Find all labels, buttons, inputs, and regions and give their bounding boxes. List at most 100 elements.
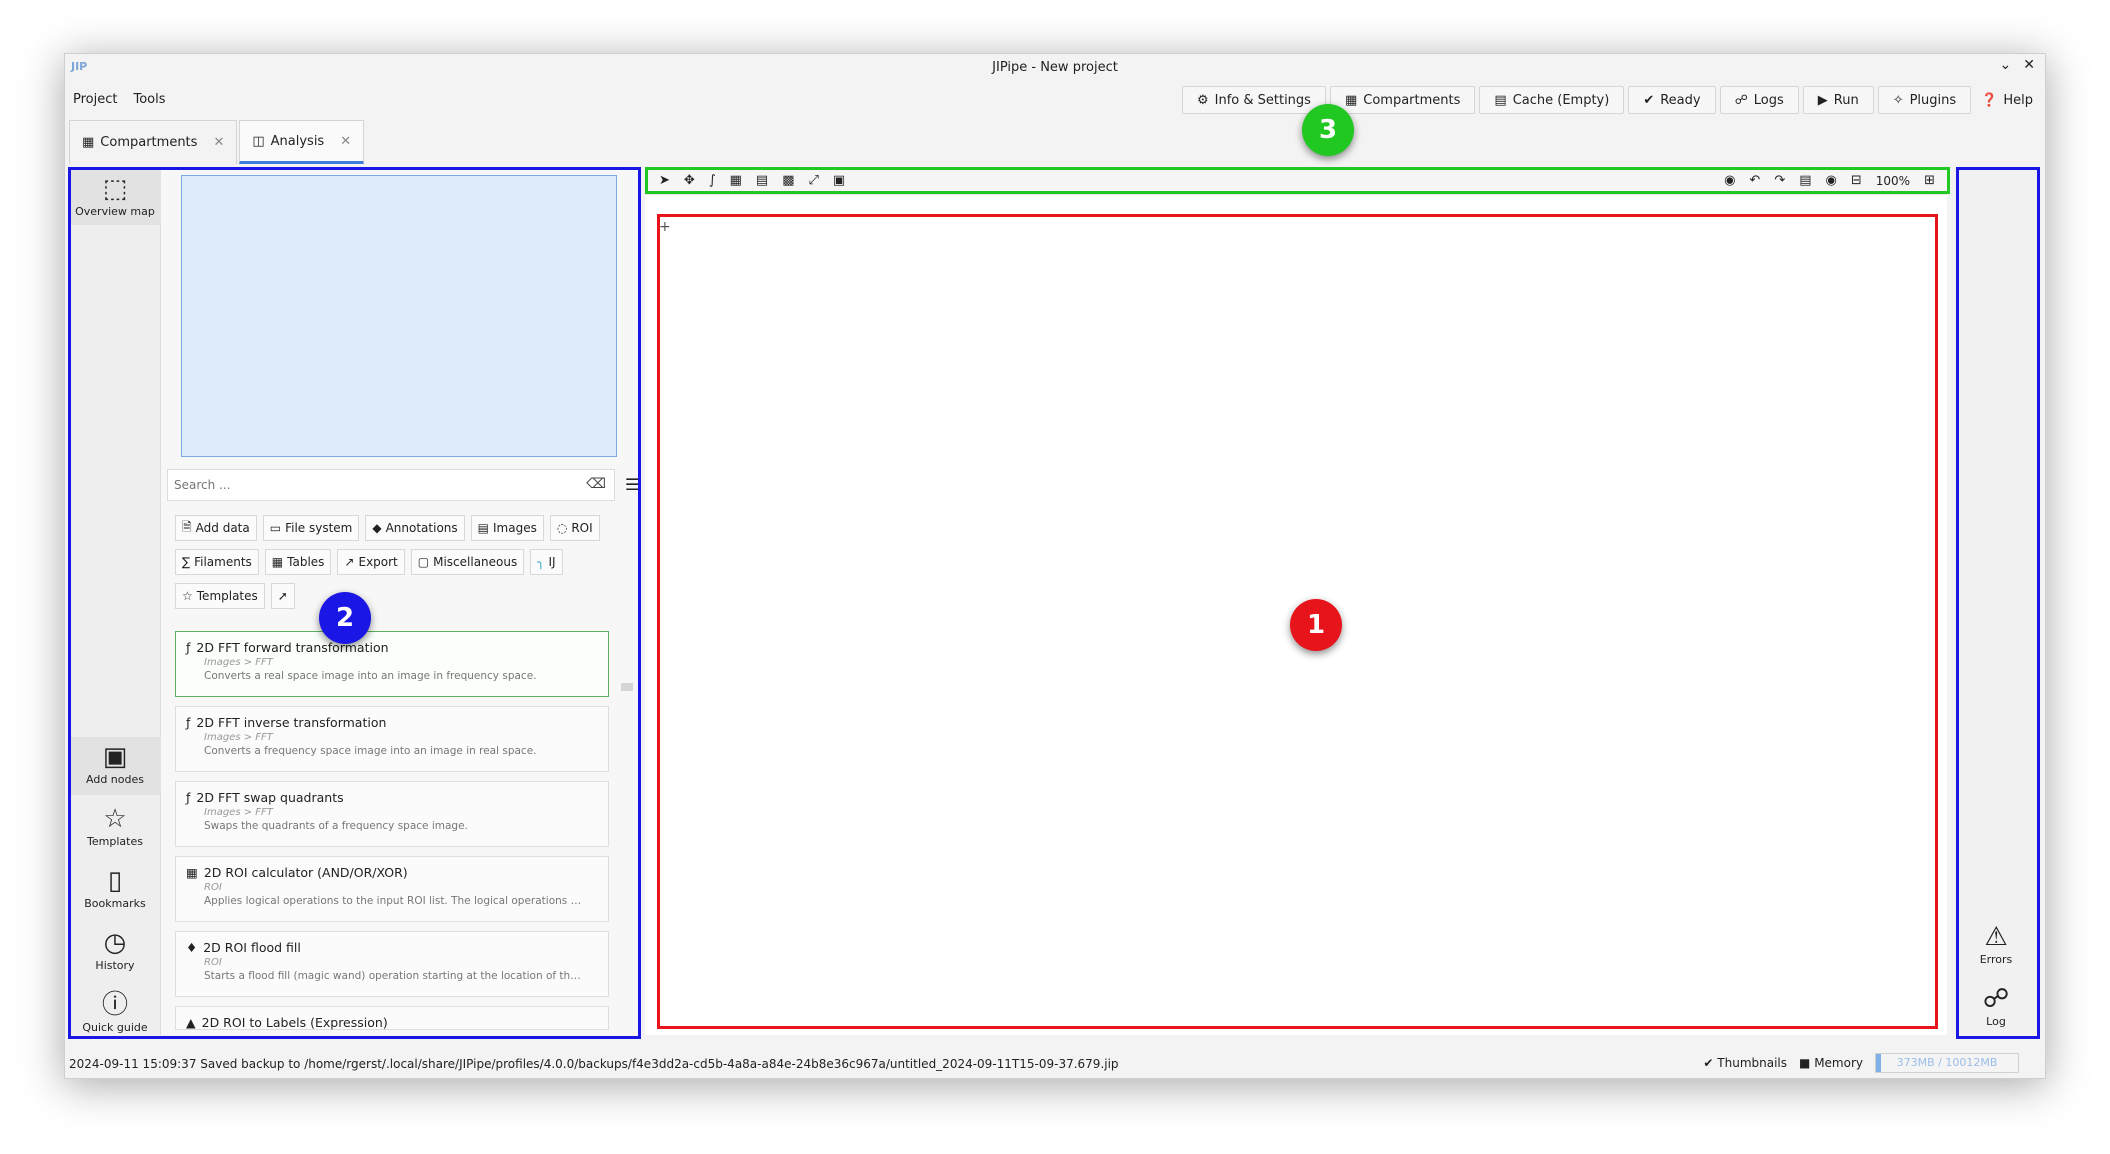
minimize-chevron-icon[interactable]: ⌄ bbox=[2000, 57, 2012, 73]
filament-icon: ∑ bbox=[182, 555, 191, 569]
category-miscellaneous[interactable]: ▢ Miscellaneous bbox=[410, 549, 525, 575]
overview-map-icon: ⬚ bbox=[102, 174, 128, 204]
close-tab-icon[interactable]: ✕ bbox=[340, 134, 351, 149]
menu-tools[interactable]: Tools bbox=[133, 92, 165, 107]
app-window: JIP JIPipe - New project ⌄ ✕ Project Too… bbox=[64, 53, 2046, 1079]
overview-map-viewport[interactable] bbox=[181, 175, 617, 457]
grid-icon[interactable]: ▩ bbox=[782, 173, 794, 188]
zoom-in-icon[interactable]: ⊞ bbox=[1924, 173, 1935, 188]
redo-icon[interactable]: ↷ bbox=[1774, 173, 1785, 188]
annotation-badge-1: 1 bbox=[1290, 599, 1342, 651]
compartments-button[interactable]: ▦ Compartments bbox=[1329, 86, 1476, 114]
function-icon: ƒ bbox=[186, 640, 191, 655]
list-item[interactable]: ♦ 2D ROI flood fill ROI Starts a flood fi… bbox=[175, 931, 609, 997]
list-item[interactable]: ▦ 2D ROI calculator (AND/OR/XOR) ROI Appl… bbox=[175, 856, 609, 922]
sidebar-item-bookmarks[interactable]: ▯ Bookmarks bbox=[69, 861, 161, 919]
plugins-button[interactable]: ✧ Plugins bbox=[1877, 86, 1972, 114]
star-icon: ☆ bbox=[103, 804, 127, 834]
center-view-icon[interactable]: ◉ bbox=[1724, 173, 1735, 188]
status-right: ✔ Thumbnails ■ Memory 373MB / 10012MB bbox=[1703, 1053, 2019, 1073]
category-filaments[interactable]: ∑ Filaments bbox=[175, 549, 259, 575]
edge-style-icon[interactable]: ∫ bbox=[709, 173, 716, 188]
sidebar-item-history[interactable]: ◷ History bbox=[69, 923, 161, 981]
check-circle-icon: ✔ bbox=[1703, 1056, 1714, 1070]
list-item[interactable]: ƒ 2D FFT forward transformation Images > … bbox=[175, 631, 609, 697]
left-sidebar: ⬚ Overview map ▣ Add nodes ☆ Templates ▯… bbox=[69, 169, 161, 1035]
thumbnails-toggle[interactable]: ✔ Thumbnails bbox=[1703, 1056, 1787, 1070]
category-filters: 🗎 Add data ▭ File system ◆ Annotations ▤ Ima… bbox=[175, 515, 615, 609]
check-circle-icon: ✔ bbox=[1643, 92, 1655, 108]
labels-icon: ▲ bbox=[186, 1015, 196, 1030]
status-bar: 2024-09-11 15:09:37 Saved backup to /hom… bbox=[65, 1049, 2045, 1078]
category-ij[interactable]: ╮ IJ bbox=[530, 549, 563, 575]
tab-compartments[interactable]: ▦ Compartments ✕ bbox=[69, 120, 238, 164]
left-panel: ⌫ ☰ 🗎Add data ▭File system ◆Annotations … bbox=[161, 169, 641, 1035]
zoom-level[interactable]: 100% bbox=[1876, 174, 1910, 188]
clear-search-icon[interactable]: ⌫ bbox=[586, 476, 606, 492]
undo-icon[interactable]: ↶ bbox=[1749, 173, 1760, 188]
roi-icon: ◌ bbox=[556, 521, 568, 535]
zoom-out-icon[interactable]: ⊟ bbox=[1851, 173, 1862, 188]
close-window-icon[interactable]: ✕ bbox=[2023, 57, 2035, 73]
scrollbar-thumb[interactable] bbox=[621, 683, 633, 691]
list-item[interactable]: ƒ 2D FFT swap quadrants Images > FFT Swap… bbox=[175, 781, 609, 847]
cache-button[interactable]: ▤ Cache (Empty) bbox=[1479, 86, 1625, 114]
move-tool-icon[interactable]: ✥ bbox=[684, 173, 695, 188]
calculator-icon: ▦ bbox=[186, 865, 198, 880]
help-button[interactable]: ❓ Help bbox=[1975, 86, 2039, 114]
list-item[interactable]: ƒ 2D FFT inverse transformation Images > … bbox=[175, 706, 609, 772]
category-file-system[interactable]: ▭ File system bbox=[262, 515, 360, 541]
category-roi[interactable]: ◌ ROI bbox=[549, 515, 600, 541]
tab-analysis[interactable]: ◫ Analysis ✕ bbox=[239, 120, 365, 164]
status-message: 2024-09-11 15:09:37 Saved backup to /hom… bbox=[69, 1057, 1119, 1071]
list-item[interactable]: ▲ 2D ROI to Labels (Expression) bbox=[175, 1006, 609, 1030]
database-icon: ▤ bbox=[1494, 92, 1507, 108]
menu-project[interactable]: Project bbox=[73, 92, 117, 107]
memory-bar-fill bbox=[1876, 1054, 1882, 1072]
add-nodes-icon: ▣ bbox=[102, 742, 128, 772]
node-list: ƒ 2D FFT forward transformation Images > … bbox=[175, 631, 609, 1039]
search-box: ⌫ bbox=[167, 469, 615, 501]
close-tab-icon[interactable]: ✕ bbox=[213, 135, 224, 150]
category-add-data[interactable]: 🗎 Add data bbox=[175, 515, 257, 541]
image-icon: ▤ bbox=[477, 521, 489, 535]
window-title: JIPipe - New project bbox=[992, 60, 1118, 75]
sidebar-item-overview-map[interactable]: ⬚ Overview map bbox=[69, 169, 161, 225]
category-templates[interactable]: ☆ Templates bbox=[175, 583, 265, 609]
add-annotation-icon[interactable]: ▣ bbox=[833, 173, 845, 188]
layout-icon[interactable]: ▦ bbox=[730, 173, 742, 188]
right-sidebar: ⚠ Errors ☍ Log bbox=[1951, 169, 2041, 1035]
hamburger-menu-icon[interactable]: ☰ bbox=[625, 475, 639, 494]
sidebar-item-quick-guide[interactable]: ⓘ Quick guide bbox=[69, 985, 161, 1035]
info-settings-button[interactable]: ⚙ Info & Settings bbox=[1181, 86, 1326, 114]
camera-icon[interactable]: ◉ bbox=[1826, 173, 1837, 188]
ready-button[interactable]: ✔ Ready bbox=[1628, 86, 1716, 114]
select-tool-icon[interactable]: ➤ bbox=[659, 173, 670, 188]
category-tables[interactable]: ▦ Tables bbox=[264, 549, 332, 575]
category-images[interactable]: ▤ Images bbox=[470, 515, 544, 541]
run-button[interactable]: ▶ Run bbox=[1802, 86, 1874, 114]
play-icon: ▶ bbox=[1817, 92, 1828, 108]
sidebar-item-add-nodes[interactable]: ▣ Add nodes bbox=[69, 737, 161, 795]
star-icon: ☆ bbox=[182, 589, 193, 603]
logs-button[interactable]: ☍ Logs bbox=[1719, 86, 1799, 114]
panel-layout-icon[interactable]: ▤ bbox=[1799, 173, 1811, 188]
category-annotations[interactable]: ◆ Annotations bbox=[365, 515, 465, 541]
search-input[interactable] bbox=[168, 470, 568, 500]
export-icon: ↗ bbox=[344, 555, 355, 569]
pin-icon: ➚ bbox=[277, 589, 288, 603]
sidebar-item-templates[interactable]: ☆ Templates bbox=[69, 799, 161, 857]
add-file-icon: 🗎 bbox=[182, 519, 192, 534]
clock-icon: ◷ bbox=[103, 928, 127, 958]
crosshair-icon: + bbox=[659, 219, 671, 235]
sidebar-item-errors[interactable]: ⚠ Errors bbox=[1951, 921, 2041, 966]
resize-icon[interactable]: ⤢ bbox=[808, 173, 818, 188]
sidebar-item-log[interactable]: ☍ Log bbox=[1951, 983, 2041, 1028]
annotation-badge-3: 3 bbox=[1302, 104, 1354, 156]
text-annotation-icon[interactable]: ▤ bbox=[756, 173, 768, 188]
memory-icon: ■ bbox=[1799, 1056, 1811, 1070]
memory-toggle[interactable]: ■ Memory bbox=[1799, 1056, 1863, 1070]
logs-icon: ☍ bbox=[1734, 92, 1748, 108]
category-export[interactable]: ↗ Export bbox=[337, 549, 405, 575]
pin-filter-button[interactable]: ➚ bbox=[270, 583, 295, 609]
